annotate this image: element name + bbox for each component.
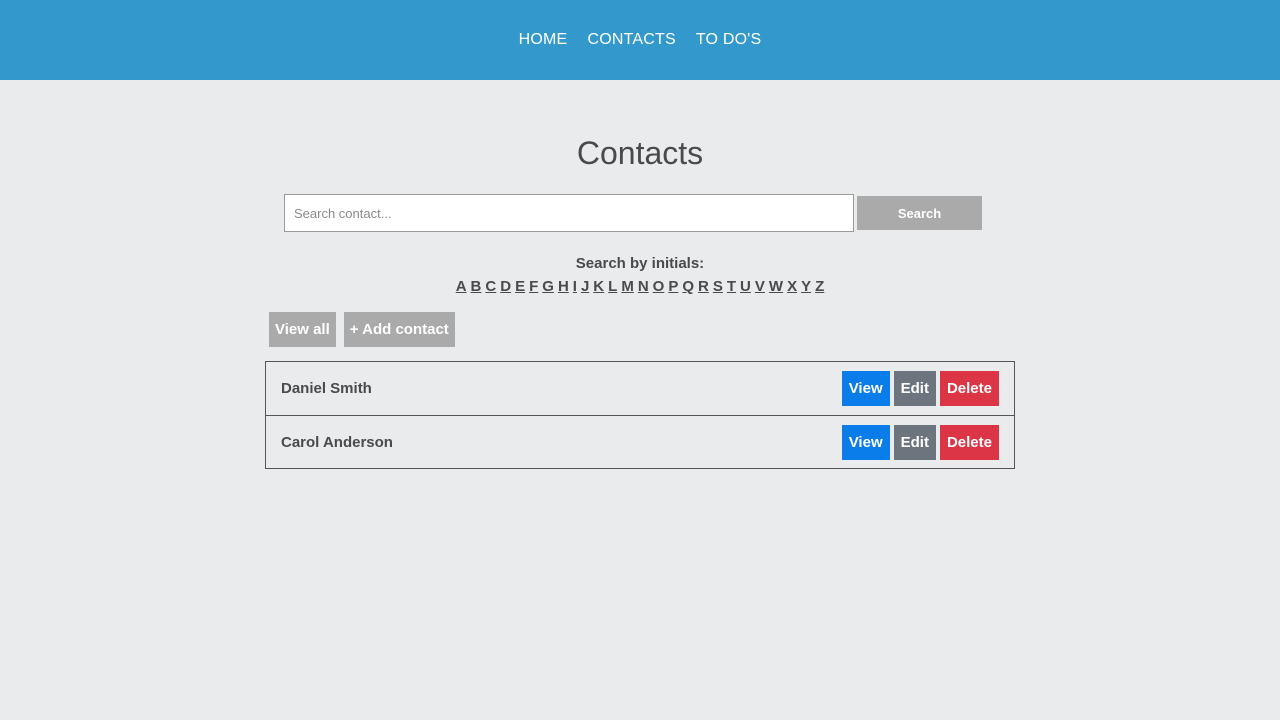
initial-letter-l[interactable]: L <box>608 277 617 297</box>
delete-contact-button[interactable]: Delete <box>939 424 999 460</box>
initial-letter-u[interactable]: U <box>740 277 751 297</box>
initial-letter-x[interactable]: X <box>787 277 797 297</box>
initial-letter-t[interactable]: T <box>727 277 736 297</box>
contact-name: Carol Anderson <box>281 433 393 451</box>
initial-letter-o[interactable]: O <box>653 277 665 297</box>
nav-todos-link[interactable]: TO DO'S <box>696 31 762 49</box>
contact-row-buttons: View Edit Delete <box>841 424 999 460</box>
initial-letter-q[interactable]: Q <box>682 277 694 297</box>
edit-contact-button[interactable]: Edit <box>893 371 936 406</box>
initial-letter-y[interactable]: Y <box>801 277 811 297</box>
initial-letter-h[interactable]: H <box>558 277 569 297</box>
search-input[interactable] <box>284 194 854 232</box>
initials-label: Search by initials: <box>575 255 705 272</box>
contact-row: Carol Anderson View Edit Delete <box>266 415 1014 468</box>
initial-letter-e[interactable]: E <box>515 277 525 297</box>
initial-letter-r[interactable]: R <box>698 277 709 297</box>
initial-letter-f[interactable]: F <box>529 277 538 297</box>
contact-row-buttons: View Edit Delete <box>841 371 999 406</box>
view-all-button[interactable]: View all <box>269 312 336 347</box>
initial-letter-b[interactable]: B <box>471 277 482 297</box>
initial-letter-z[interactable]: Z <box>815 277 824 297</box>
search-bar: Search <box>284 194 984 232</box>
search-button[interactable]: Search <box>857 196 982 230</box>
initial-letter-d[interactable]: D <box>500 277 511 297</box>
nav-contacts-link[interactable]: CONTACTS <box>587 31 675 49</box>
initial-letter-w[interactable]: W <box>769 277 783 297</box>
initial-letter-a[interactable]: A <box>456 277 467 297</box>
edit-contact-button[interactable]: Edit <box>893 424 936 460</box>
page-title: Contacts <box>576 135 704 171</box>
initials-letter-list: ABCDEFGHIJKLMNOPQRSTUVWXYZ <box>0 277 1280 297</box>
contact-actions: View all + Add contact <box>269 312 455 347</box>
delete-contact-button[interactable]: Delete <box>939 371 999 406</box>
initial-letter-c[interactable]: C <box>485 277 496 297</box>
nav-home-link[interactable]: HOME <box>519 31 568 49</box>
initial-letter-k[interactable]: K <box>593 277 604 297</box>
add-contact-button[interactable]: + Add contact <box>343 312 455 347</box>
contact-name: Daniel Smith <box>281 380 372 397</box>
initial-letter-p[interactable]: P <box>668 277 678 297</box>
view-contact-button[interactable]: View <box>841 371 890 406</box>
initial-letter-g[interactable]: G <box>542 277 554 297</box>
top-navbar: HOME CONTACTS TO DO'S <box>0 0 1280 80</box>
main-nav: HOME CONTACTS TO DO'S <box>519 31 762 49</box>
contact-list: Daniel Smith View Edit Delete Carol Ande… <box>265 361 1015 469</box>
view-contact-button[interactable]: View <box>841 424 890 460</box>
initial-letter-v[interactable]: V <box>755 277 765 297</box>
contact-row: Daniel Smith View Edit Delete <box>266 362 1014 415</box>
initial-letter-j[interactable]: J <box>581 277 589 297</box>
initial-letter-s[interactable]: S <box>713 277 723 297</box>
initial-letter-i[interactable]: I <box>573 277 577 297</box>
initial-letter-n[interactable]: N <box>638 277 649 297</box>
initial-letter-m[interactable]: M <box>621 277 634 297</box>
